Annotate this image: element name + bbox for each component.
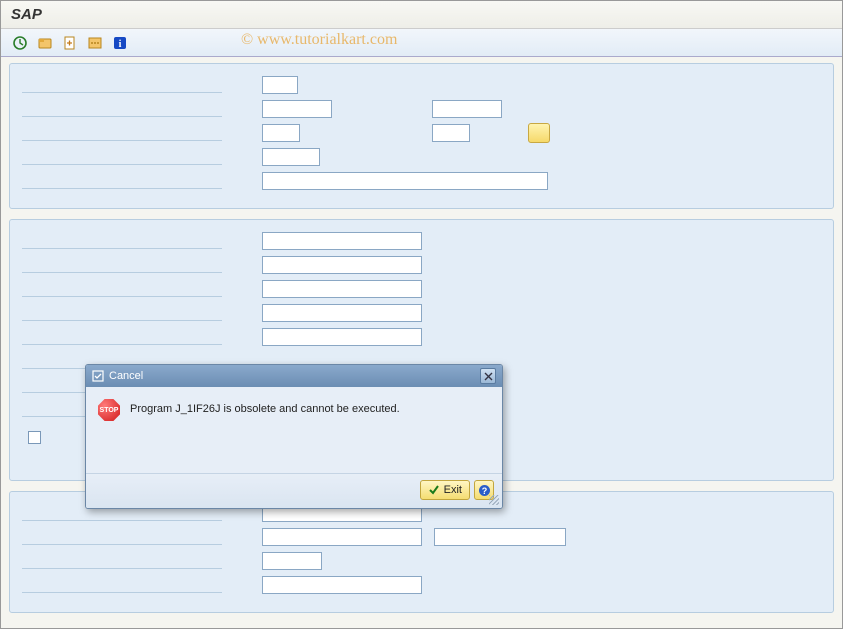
close-icon — [484, 372, 493, 381]
watermark-text: © www.tutorialkart.com — [241, 31, 397, 49]
field-label-line — [22, 164, 222, 165]
execute-button[interactable] — [9, 33, 31, 53]
save-variant-button[interactable] — [84, 33, 106, 53]
input-field[interactable] — [262, 280, 422, 298]
field-label-line — [22, 544, 222, 545]
field-label-line — [22, 296, 222, 297]
info-icon: i — [113, 36, 127, 50]
field-label-line — [22, 592, 222, 593]
cancel-dialog: Cancel STOP Program J_1IF26J is obsolete… — [85, 364, 503, 509]
input-field[interactable] — [262, 100, 332, 118]
dialog-body: STOP Program J_1IF26J is obsolete and ca… — [86, 387, 502, 473]
selection-panel-1 — [9, 63, 834, 209]
field-label-line — [22, 140, 222, 141]
input-field[interactable] — [434, 528, 566, 546]
field-label-line — [22, 272, 222, 273]
window-title-bar: SAP — [1, 1, 842, 29]
input-field[interactable] — [432, 124, 470, 142]
resize-grip[interactable] — [489, 495, 499, 505]
check-icon — [428, 484, 440, 496]
selection-panel-3 — [9, 491, 834, 613]
field-label-line — [22, 568, 222, 569]
input-field[interactable] — [432, 100, 502, 118]
main-content — [1, 57, 842, 629]
field-label-line — [22, 248, 222, 249]
svg-text:?: ? — [481, 486, 487, 496]
input-field[interactable] — [262, 124, 300, 142]
field-label-line — [22, 520, 222, 521]
input-field[interactable] — [262, 576, 422, 594]
multiple-selection-button[interactable] — [528, 123, 550, 143]
field-label-line — [22, 116, 222, 117]
svg-text:i: i — [119, 39, 122, 50]
application-toolbar: i © www.tutorialkart.com — [1, 29, 842, 57]
input-field[interactable] — [262, 552, 322, 570]
field-label-line — [22, 320, 222, 321]
stop-icon: STOP — [98, 399, 120, 421]
input-field[interactable] — [262, 172, 548, 190]
input-field[interactable] — [262, 528, 422, 546]
dialog-close-button[interactable] — [480, 368, 496, 384]
exit-button-label: Exit — [444, 484, 462, 496]
app-title: SAP — [11, 6, 42, 23]
field-label-line — [22, 188, 222, 189]
dialog-title: Cancel — [109, 370, 143, 382]
execute-icon — [12, 35, 28, 51]
field-label-line — [22, 92, 222, 93]
input-field[interactable] — [262, 304, 422, 322]
input-field[interactable] — [262, 328, 422, 346]
dialog-icon — [92, 370, 104, 382]
get-variant-icon — [37, 35, 53, 51]
get-variant-button[interactable] — [34, 33, 56, 53]
input-field[interactable] — [262, 256, 422, 274]
info-button[interactable]: i — [109, 33, 131, 53]
dialog-message: Program J_1IF26J is obsolete and cannot … — [130, 399, 400, 418]
field-label-line — [22, 344, 222, 345]
input-field[interactable] — [262, 232, 422, 250]
new-icon — [62, 35, 78, 51]
input-field[interactable] — [262, 148, 320, 166]
input-field[interactable] — [262, 76, 298, 94]
save-icon — [87, 35, 103, 51]
checkbox[interactable] — [28, 431, 41, 444]
dialog-title-bar[interactable]: Cancel — [86, 365, 502, 387]
exit-button[interactable]: Exit — [420, 480, 470, 500]
dialog-footer: Exit ? — [86, 473, 502, 508]
new-button[interactable] — [59, 33, 81, 53]
